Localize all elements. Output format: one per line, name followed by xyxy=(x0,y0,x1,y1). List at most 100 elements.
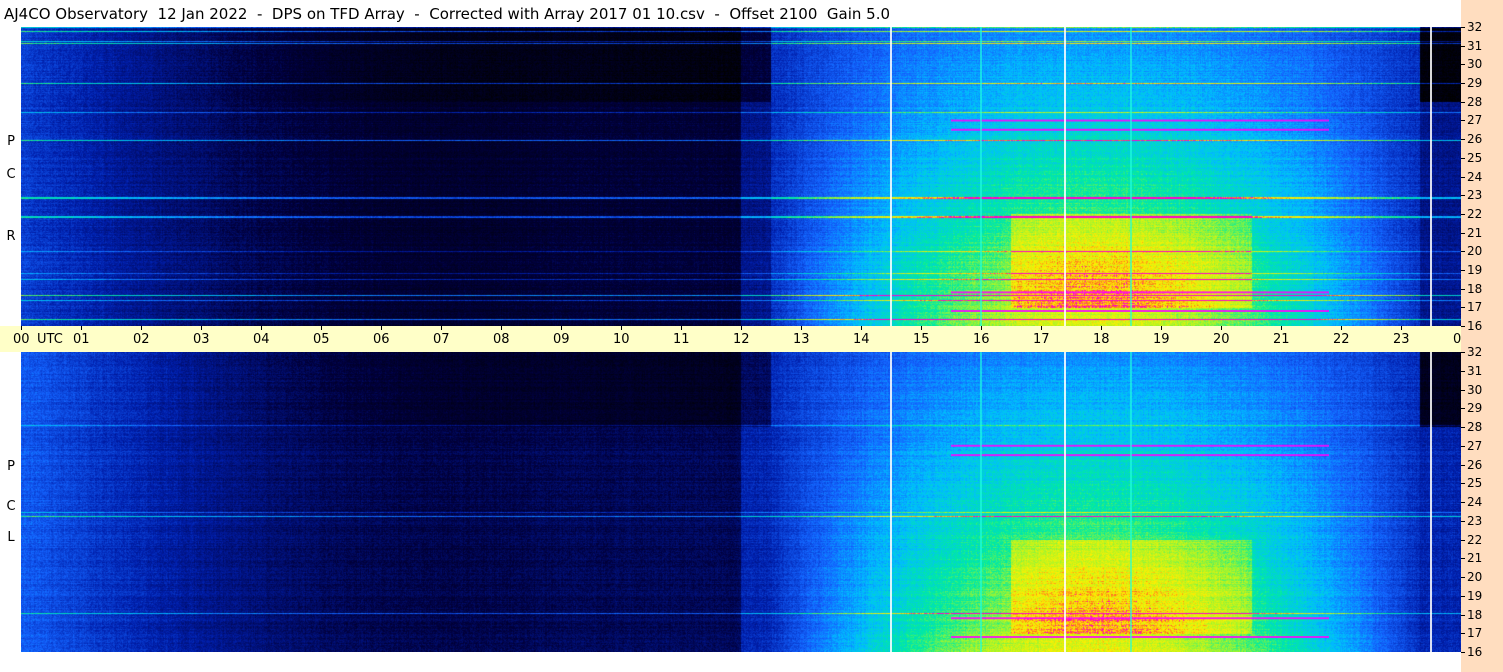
time-tick xyxy=(561,326,562,330)
chart-title: AJ4CO Observatory 12 Jan 2022 - DPS on T… xyxy=(4,5,891,23)
time-tick xyxy=(741,326,742,330)
time-tick xyxy=(81,326,82,330)
time-tick-label: 09 xyxy=(553,332,570,347)
freq-tick xyxy=(1461,596,1465,597)
time-tick-label: 01 xyxy=(73,332,90,347)
time-tick-label: 22 xyxy=(1333,332,1350,347)
time-axis: 00 01 02 03 04 05 06 07 08 09 10 11 12 13 14 15 16 17 18 19… xyxy=(0,326,1496,352)
freq-tick xyxy=(1461,139,1465,140)
freq-tick-label: 28 xyxy=(1467,420,1483,434)
freq-tick-label: 18 xyxy=(1467,282,1483,296)
frequency-axis: 32 31 30 29 28 27 26 25 24 23 22 21 20 19 18 17 16 32 31 30… xyxy=(1461,0,1503,672)
freq-tick-label: 19 xyxy=(1467,589,1483,603)
time-tick xyxy=(1101,326,1102,330)
time-tick-label: 02 xyxy=(133,332,150,347)
freq-tick-label: 22 xyxy=(1467,207,1483,221)
freq-tick-label: 19 xyxy=(1467,263,1483,277)
freq-tick-label: 29 xyxy=(1467,401,1483,415)
freq-tick xyxy=(1461,64,1465,65)
freq-tick xyxy=(1461,540,1465,541)
freq-tick xyxy=(1461,120,1465,121)
freq-tick-label: 22 xyxy=(1467,533,1483,547)
time-tick xyxy=(441,326,442,330)
time-tick-label: 12 xyxy=(733,332,750,347)
time-tick xyxy=(801,326,802,330)
time-tick xyxy=(981,326,982,330)
freq-tick xyxy=(1461,390,1465,391)
freq-tick xyxy=(1461,214,1465,215)
time-tick xyxy=(501,326,502,330)
freq-tick-label: 26 xyxy=(1467,132,1483,146)
rcp-label-p: P xyxy=(7,134,15,149)
freq-tick xyxy=(1461,633,1465,634)
freq-tick xyxy=(1461,177,1465,178)
freq-tick xyxy=(1461,427,1465,428)
time-tick xyxy=(201,326,202,330)
freq-tick xyxy=(1461,289,1465,290)
freq-tick xyxy=(1461,326,1465,327)
time-tick xyxy=(1041,326,1042,330)
time-tick-label: 14 xyxy=(853,332,870,347)
freq-tick-label: 28 xyxy=(1467,95,1483,109)
time-tick-label: 16 xyxy=(973,332,990,347)
time-tick xyxy=(1341,326,1342,330)
freq-tick-label: 24 xyxy=(1467,170,1483,184)
freq-tick-label: 21 xyxy=(1467,551,1483,565)
freq-tick-label: 26 xyxy=(1467,458,1483,472)
lcp-label-p: P xyxy=(7,459,15,474)
time-tick-label: 18 xyxy=(1093,332,1110,347)
freq-tick xyxy=(1461,577,1465,578)
lcp-channel-label: L C P xyxy=(4,352,18,652)
freq-tick xyxy=(1461,307,1465,308)
freq-tick xyxy=(1461,502,1465,503)
time-tick xyxy=(1221,326,1222,330)
time-tick-label: 13 xyxy=(793,332,810,347)
time-tick-label: 04 xyxy=(253,332,270,347)
freq-tick-label: 20 xyxy=(1467,570,1483,584)
freq-tick-label: 25 xyxy=(1467,476,1483,490)
time-tick-label: 05 xyxy=(313,332,330,347)
rcp-label-r: R xyxy=(6,229,16,244)
freq-tick xyxy=(1461,371,1465,372)
freq-tick-label: 29 xyxy=(1467,76,1483,90)
freq-tick xyxy=(1461,558,1465,559)
freq-tick-label: 23 xyxy=(1467,188,1483,202)
lcp-overlay xyxy=(890,352,1432,652)
freq-tick xyxy=(1461,521,1465,522)
lcp-label-l: L xyxy=(7,530,15,545)
time-tick-label: 20 xyxy=(1213,332,1230,347)
freq-tick xyxy=(1461,27,1465,28)
freq-tick-label: 18 xyxy=(1467,608,1483,622)
freq-tick-label: 24 xyxy=(1467,495,1483,509)
freq-tick xyxy=(1461,652,1465,653)
time-unit-label: UTC xyxy=(37,332,63,347)
rcp-channel-label: R C P xyxy=(4,27,18,326)
freq-tick-label: 30 xyxy=(1467,383,1483,397)
freq-tick-label: 20 xyxy=(1467,244,1483,258)
freq-tick xyxy=(1461,270,1465,271)
rcp-spectrogram xyxy=(21,27,1461,326)
freq-tick-label: 31 xyxy=(1467,39,1483,53)
freq-tick-label: 31 xyxy=(1467,364,1483,378)
time-tick-label: 08 xyxy=(493,332,510,347)
freq-tick-label: 23 xyxy=(1467,514,1483,528)
freq-tick-label: 21 xyxy=(1467,226,1483,240)
freq-tick xyxy=(1461,46,1465,47)
time-tick xyxy=(681,326,682,330)
freq-tick xyxy=(1461,483,1465,484)
time-tick xyxy=(1161,326,1162,330)
time-tick xyxy=(381,326,382,330)
time-tick xyxy=(921,326,922,330)
time-tick xyxy=(1401,326,1402,330)
time-tick-label: 03 xyxy=(193,332,210,347)
time-tick xyxy=(141,326,142,330)
time-tick xyxy=(621,326,622,330)
freq-tick-label: 27 xyxy=(1467,439,1483,453)
time-tick-label: 23 xyxy=(1393,332,1410,347)
freq-tick xyxy=(1461,615,1465,616)
freq-tick xyxy=(1461,233,1465,234)
freq-tick xyxy=(1461,102,1465,103)
freq-tick-label: 17 xyxy=(1467,300,1483,314)
freq-tick xyxy=(1461,465,1465,466)
time-tick-label: 10 xyxy=(613,332,630,347)
